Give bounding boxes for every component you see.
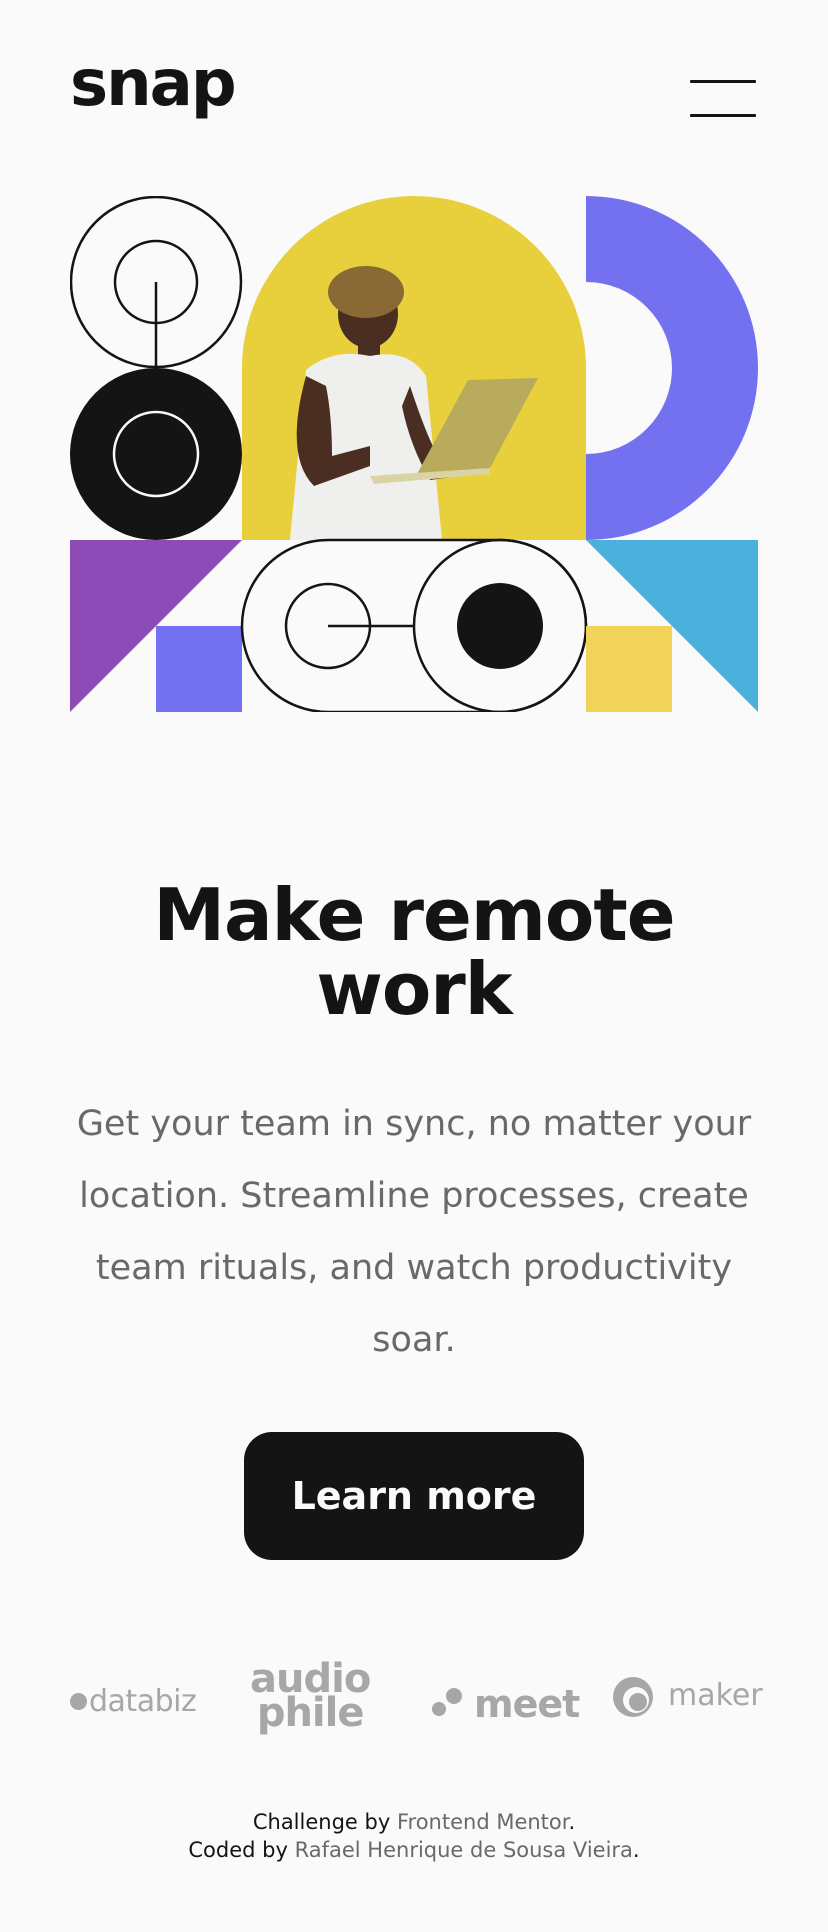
snap-logo[interactable]: snap [70, 52, 237, 116]
hero-illustration [70, 196, 758, 712]
attribution-challenge: Challenge by Frontend Mentor. [0, 1808, 828, 1836]
audiophile-logo: audio phile [250, 1659, 371, 1736]
page-title-line1: Make remote [153, 873, 675, 957]
site-header: snap [0, 0, 828, 160]
attribution-challenge-suffix: . [568, 1810, 576, 1834]
meet-logo: meet [432, 1682, 580, 1726]
attribution-coded-prefix: Coded by [188, 1838, 288, 1862]
purple-half-circle-shape [586, 196, 758, 540]
databiz-logo-text: databiz [89, 1684, 197, 1719]
meet-dot-large-icon [446, 1688, 462, 1704]
yellow-square-shape [586, 626, 672, 712]
databiz-logo: databiz [70, 1684, 197, 1719]
client-logos: databiz audio phile meet maker [70, 1659, 763, 1742]
hamburger-menu-icon[interactable] [690, 80, 756, 120]
learn-more-button[interactable]: Learn more [244, 1432, 584, 1560]
maker-logo-text: maker [668, 1678, 763, 1713]
maker-ring-icon [613, 1677, 653, 1717]
hero-description: Get your team in sync, no matter your lo… [76, 1104, 752, 1360]
purple-square-shape [156, 626, 242, 712]
pill-toggle-shape [240, 538, 588, 712]
databiz-dot-icon [70, 1693, 87, 1710]
page-title-line2: work [316, 947, 512, 1031]
hero-photo [242, 196, 586, 540]
attribution-coded-suffix: . [632, 1838, 640, 1862]
attribution-coded: Coded by Rafael Henrique de Sousa Vieira… [0, 1836, 828, 1864]
meet-dot-small-icon [432, 1702, 446, 1716]
attribution-challenge-prefix: Challenge by [252, 1810, 391, 1834]
page-title: Make remote work [0, 878, 828, 1026]
frontend-mentor-link[interactable]: Frontend Mentor [397, 1810, 569, 1834]
author-link[interactable]: Rafael Henrique de Sousa Vieira [295, 1838, 633, 1862]
black-circle-shape [70, 368, 242, 540]
maker-logo: maker [612, 1677, 763, 1717]
circle-target-icon [70, 196, 243, 369]
meet-logo-text: meet [474, 1682, 580, 1726]
audiophile-logo-line2: phile [256, 1690, 365, 1736]
attribution: Challenge by Frontend Mentor. Coded by R… [0, 1808, 828, 1864]
